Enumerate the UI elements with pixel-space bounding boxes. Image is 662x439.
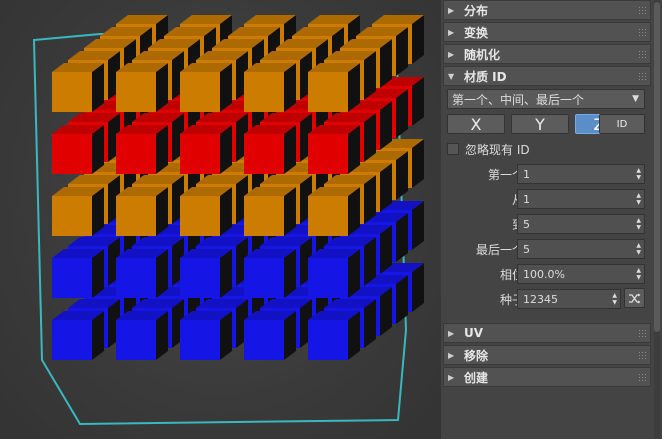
cube-front bbox=[244, 320, 284, 360]
rollout-create[interactable]: ▶ 创建 bbox=[443, 367, 651, 387]
cube-front bbox=[116, 258, 156, 298]
cube-front bbox=[244, 196, 284, 236]
spinner-value: 5 bbox=[523, 217, 530, 231]
cube-front bbox=[308, 72, 348, 112]
cube-front bbox=[180, 72, 220, 112]
grip-icon[interactable] bbox=[638, 351, 646, 360]
rollout-title: 变换 bbox=[464, 25, 489, 40]
expanded-arrow-icon: ▼ bbox=[448, 71, 455, 81]
cube-front bbox=[116, 72, 156, 112]
spinner-arrows-icon[interactable]: ▲ ▼ bbox=[636, 192, 641, 206]
spinner-arrows-icon[interactable]: ▲ ▼ bbox=[612, 292, 617, 306]
grip-icon[interactable] bbox=[638, 373, 646, 382]
axis-y-button[interactable]: Y bbox=[511, 114, 569, 134]
rollout-title: UV bbox=[464, 326, 484, 340]
to-spinner[interactable]: 5 ▲ ▼ bbox=[517, 214, 645, 234]
axis-x-button[interactable]: X bbox=[447, 114, 505, 134]
cube-front bbox=[52, 72, 92, 112]
cube-front bbox=[244, 258, 284, 298]
material-mode-dropdown[interactable]: 第一个、中间、最后一个 ▼ bbox=[447, 89, 645, 109]
grip-icon[interactable] bbox=[638, 28, 646, 37]
spinner-value: 12345 bbox=[523, 292, 558, 306]
ignore-existing-checkbox[interactable] bbox=[447, 143, 459, 155]
cube-front bbox=[52, 196, 92, 236]
collapsed-arrow-icon: ▶ bbox=[448, 350, 455, 360]
phase-spinner[interactable]: 100.0% ▲ ▼ bbox=[517, 264, 645, 284]
first-spinner[interactable]: 1 ▲ ▼ bbox=[517, 164, 645, 184]
grip-icon[interactable] bbox=[638, 72, 646, 81]
cube-front bbox=[308, 134, 348, 174]
cube-front bbox=[244, 134, 284, 174]
cube-front bbox=[180, 134, 220, 174]
cube-array-scene[interactable] bbox=[0, 0, 441, 439]
cube-front bbox=[52, 320, 92, 360]
collapsed-arrow-icon: ▶ bbox=[448, 372, 455, 382]
modifier-panel: ▶ 分布 ▶ 变换 ▶ 随机化 ▼ 材质 ID 第一个、中间、最后一个 ▼ X … bbox=[441, 0, 662, 439]
grip-icon[interactable] bbox=[638, 329, 646, 338]
cube-front bbox=[180, 258, 220, 298]
chevron-down-icon: ▼ bbox=[632, 94, 639, 104]
rollout-randomize[interactable]: ▶ 随机化 bbox=[443, 44, 651, 64]
cube-front bbox=[116, 320, 156, 360]
cube-front bbox=[180, 196, 220, 236]
collapsed-arrow-icon: ▶ bbox=[448, 5, 455, 15]
spinner-arrows-icon[interactable]: ▲ ▼ bbox=[636, 242, 641, 256]
grip-icon[interactable] bbox=[638, 50, 646, 59]
scrollbar-thumb[interactable] bbox=[654, 2, 660, 332]
rollout-transform[interactable]: ▶ 变换 bbox=[443, 22, 651, 42]
spinner-arrows-icon[interactable]: ▲ ▼ bbox=[636, 267, 641, 281]
spinner-arrows-icon[interactable]: ▲ ▼ bbox=[636, 167, 641, 181]
cube-front bbox=[116, 196, 156, 236]
cube-front bbox=[52, 258, 92, 298]
dropdown-value: 第一个、中间、最后一个 bbox=[452, 92, 585, 107]
ignore-existing-label: 忽略现有 ID bbox=[465, 143, 530, 157]
shuffle-seed-button[interactable] bbox=[624, 288, 645, 308]
cube-front bbox=[116, 134, 156, 174]
rollout-remove[interactable]: ▶ 移除 bbox=[443, 345, 651, 365]
panel-scrollbar[interactable] bbox=[654, 0, 660, 439]
cube-front bbox=[308, 320, 348, 360]
cube-front bbox=[52, 134, 92, 174]
seed-spinner[interactable]: 12345 ▲ ▼ bbox=[517, 289, 621, 309]
collapsed-arrow-icon: ▶ bbox=[448, 328, 455, 338]
rollout-title: 创建 bbox=[464, 370, 489, 385]
3d-viewport[interactable] bbox=[0, 0, 441, 439]
last-spinner[interactable]: 5 ▲ ▼ bbox=[517, 239, 645, 259]
collapsed-arrow-icon: ▶ bbox=[448, 49, 455, 59]
spinner-arrows-icon[interactable]: ▲ ▼ bbox=[636, 217, 641, 231]
spinner-value: 100.0% bbox=[523, 267, 565, 281]
cube-front bbox=[308, 196, 348, 236]
grip-icon[interactable] bbox=[638, 6, 646, 15]
spinner-value: 1 bbox=[523, 167, 530, 181]
spinner-value: 1 bbox=[523, 192, 530, 206]
id-button[interactable]: ID bbox=[599, 114, 645, 134]
collapsed-arrow-icon: ▶ bbox=[448, 27, 455, 37]
rollout-title: 随机化 bbox=[464, 47, 501, 62]
rollout-title: 分布 bbox=[464, 3, 489, 18]
rollout-uv[interactable]: ▶ UV bbox=[443, 323, 651, 343]
cube-front bbox=[180, 320, 220, 360]
cube-front bbox=[244, 72, 284, 112]
rollout-title: 移除 bbox=[464, 348, 489, 363]
rollout-title: 材质 ID bbox=[464, 69, 507, 84]
from-spinner[interactable]: 1 ▲ ▼ bbox=[517, 189, 645, 209]
spinner-value: 5 bbox=[523, 242, 530, 256]
shuffle-icon bbox=[629, 293, 641, 303]
cube-front bbox=[308, 258, 348, 298]
rollout-distribution[interactable]: ▶ 分布 bbox=[443, 0, 651, 20]
rollout-material-id[interactable]: ▼ 材质 ID bbox=[443, 66, 651, 86]
